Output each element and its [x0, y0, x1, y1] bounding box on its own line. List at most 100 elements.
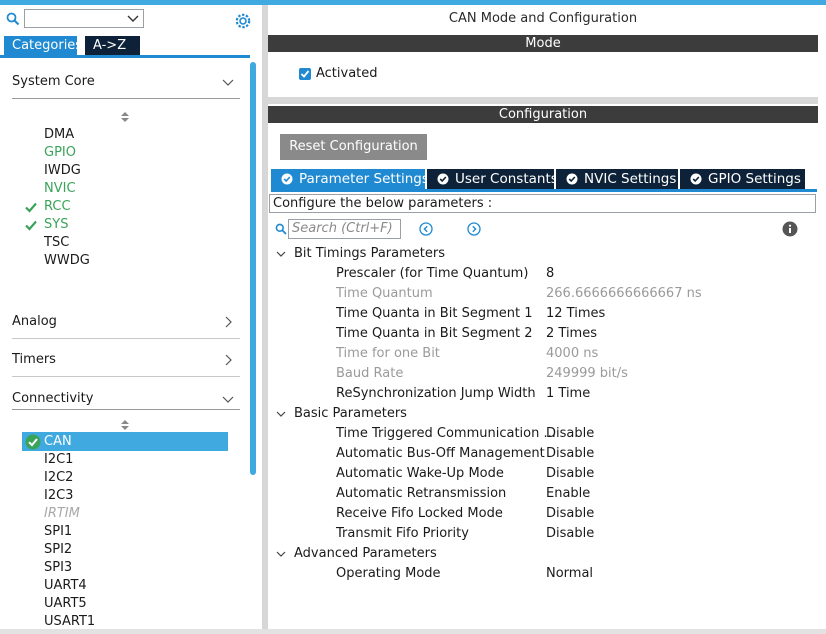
parameter-value[interactable]: Disable	[546, 505, 594, 523]
tab-categories[interactable]: Categories	[4, 36, 82, 55]
left-panel: Categories A->Z System Core DMA GPIO IWDG N…	[0, 5, 262, 634]
mode-area: Activated	[268, 52, 818, 97]
peripheral-item-iwdg[interactable]: IWDG	[44, 162, 81, 180]
search-icon[interactable]	[275, 223, 287, 235]
tab-label: GPIO Settings	[708, 171, 801, 187]
parameter-search-input[interactable]: Search (Ctrl+F)	[288, 219, 401, 239]
section-analog[interactable]: Analog	[12, 311, 240, 333]
check-circle-icon	[566, 173, 578, 185]
check-circle-icon	[690, 173, 702, 185]
sort-icon[interactable]	[120, 419, 130, 431]
tab-parameter-settings[interactable]: Parameter Settings	[271, 169, 429, 189]
parameter-label: Operating Mode	[336, 566, 441, 581]
peripheral-item-gpio[interactable]: GPIO	[44, 144, 76, 162]
chevron-down-icon	[222, 396, 234, 403]
chevron-down-icon	[276, 411, 286, 417]
check-icon	[25, 220, 37, 231]
peripheral-item-i2c3[interactable]: I2C3	[44, 487, 73, 505]
parameter-value[interactable]: Disable	[546, 465, 594, 483]
parameter-value[interactable]: 2 Times	[546, 325, 597, 343]
peripheral-item-spi3[interactable]: SPI3	[44, 559, 72, 577]
gear-icon[interactable]	[234, 12, 252, 30]
bottom-edge	[0, 629, 826, 634]
parameter-value[interactable]: Disable	[546, 425, 594, 443]
group-label: Basic Parameters	[294, 406, 407, 421]
activated-label: Activated	[316, 66, 378, 81]
section-label: Connectivity	[12, 391, 94, 406]
check-circle-icon	[25, 434, 41, 449]
parameter-label: Transmit Fifo Priority	[336, 526, 469, 541]
configuration-band: Configuration	[268, 106, 818, 123]
parameter-value: 4000 ns	[546, 346, 599, 361]
parameter-value: 266.6666666666667 ns	[546, 286, 702, 301]
section-timers[interactable]: Timers	[12, 349, 240, 371]
panel-title: CAN Mode and Configuration	[448, 11, 638, 26]
search-previous-icon[interactable]	[419, 222, 433, 236]
parameter-value: 249999 bit/s	[546, 366, 628, 381]
section-gap	[268, 97, 818, 104]
peripheral-item-spi1[interactable]: SPI1	[44, 523, 72, 541]
parameter-label: Time Quanta in Bit Segment 2	[336, 326, 533, 341]
tab-user-constants[interactable]: User Constants	[427, 169, 558, 189]
check-icon	[300, 70, 310, 78]
peripheral-item-rcc[interactable]: RCC	[44, 198, 71, 216]
reset-configuration-button[interactable]: Reset Configuration	[280, 134, 427, 160]
peripheral-item-sys[interactable]: SYS	[44, 216, 68, 234]
mode-band: Mode	[268, 35, 818, 52]
parameter-value[interactable]: 8	[546, 265, 554, 283]
tab-underline	[271, 189, 817, 192]
info-icon[interactable]	[782, 221, 798, 237]
tab-gpio-settings[interactable]: GPIO Settings	[680, 169, 805, 189]
parameter-label: Time Quanta in Bit Segment 1	[336, 306, 533, 321]
section-divider	[12, 376, 240, 377]
section-label: System Core	[12, 74, 95, 89]
parameter-value[interactable]: Disable	[546, 525, 594, 543]
peripheral-item-spi2[interactable]: SPI2	[44, 541, 72, 559]
peripheral-item-uart4[interactable]: UART4	[44, 577, 87, 595]
sort-icon[interactable]	[120, 111, 130, 123]
parameter-value[interactable]: Normal	[546, 565, 593, 583]
activated-checkbox[interactable]	[299, 68, 311, 80]
section-connectivity[interactable]: Connectivity	[12, 388, 240, 410]
check-icon	[25, 202, 37, 213]
parameter-value[interactable]: 12 Times	[546, 305, 605, 323]
parameter-label: Automatic Wake-Up Mode	[336, 466, 504, 481]
parameter-label: Time Quantum	[336, 286, 433, 301]
peripheral-item-dma[interactable]: DMA	[44, 126, 74, 144]
tab-label: Parameter Settings	[299, 171, 429, 187]
right-panel: CAN Mode and Configuration Mode Activate…	[268, 5, 826, 634]
chevron-down-icon	[276, 251, 286, 257]
category-search-input[interactable]	[24, 9, 144, 28]
peripheral-item-i2c1[interactable]: I2C1	[44, 451, 73, 469]
section-divider	[12, 409, 240, 410]
peripheral-item-tsc[interactable]: TSC	[44, 234, 69, 252]
parameter-value[interactable]: Enable	[546, 485, 590, 503]
section-label: Analog	[12, 314, 57, 329]
parameter-label: Prescaler (for Time Quantum)	[336, 266, 529, 281]
parameter-label: Time for one Bit	[336, 346, 440, 361]
peripheral-item-irtim: IRTIM	[44, 506, 80, 521]
parameter-value[interactable]: Disable	[546, 445, 594, 463]
section-label: Timers	[12, 352, 56, 367]
tab-nvic-settings[interactable]: NVIC Settings	[556, 169, 678, 189]
peripheral-item-i2c2[interactable]: I2C2	[44, 469, 73, 487]
search-icon[interactable]	[6, 12, 20, 26]
peripheral-item-uart5[interactable]: UART5	[44, 595, 87, 613]
parameter-label: ReSynchronization Jump Width	[336, 386, 536, 401]
section-system-core[interactable]: System Core	[12, 71, 240, 93]
tab-a-z[interactable]: A->Z	[85, 36, 140, 55]
peripheral-item-can[interactable]: CAN	[22, 432, 228, 451]
vertical-scrollbar[interactable]	[250, 62, 256, 475]
peripheral-item-wwdg[interactable]: WWDG	[44, 252, 90, 270]
chevron-down-icon	[276, 551, 286, 557]
peripheral-label: CAN	[44, 434, 72, 449]
search-next-icon[interactable]	[467, 222, 481, 236]
section-divider	[12, 98, 240, 99]
chevron-right-icon	[225, 316, 232, 328]
group-label: Advanced Parameters	[294, 546, 437, 561]
section-divider	[12, 338, 240, 339]
chevron-down-icon[interactable]	[127, 13, 139, 25]
peripheral-item-nvic[interactable]: NVIC	[44, 180, 76, 198]
parameter-value[interactable]: 1 Time	[546, 385, 590, 403]
chevron-right-icon	[225, 354, 232, 366]
